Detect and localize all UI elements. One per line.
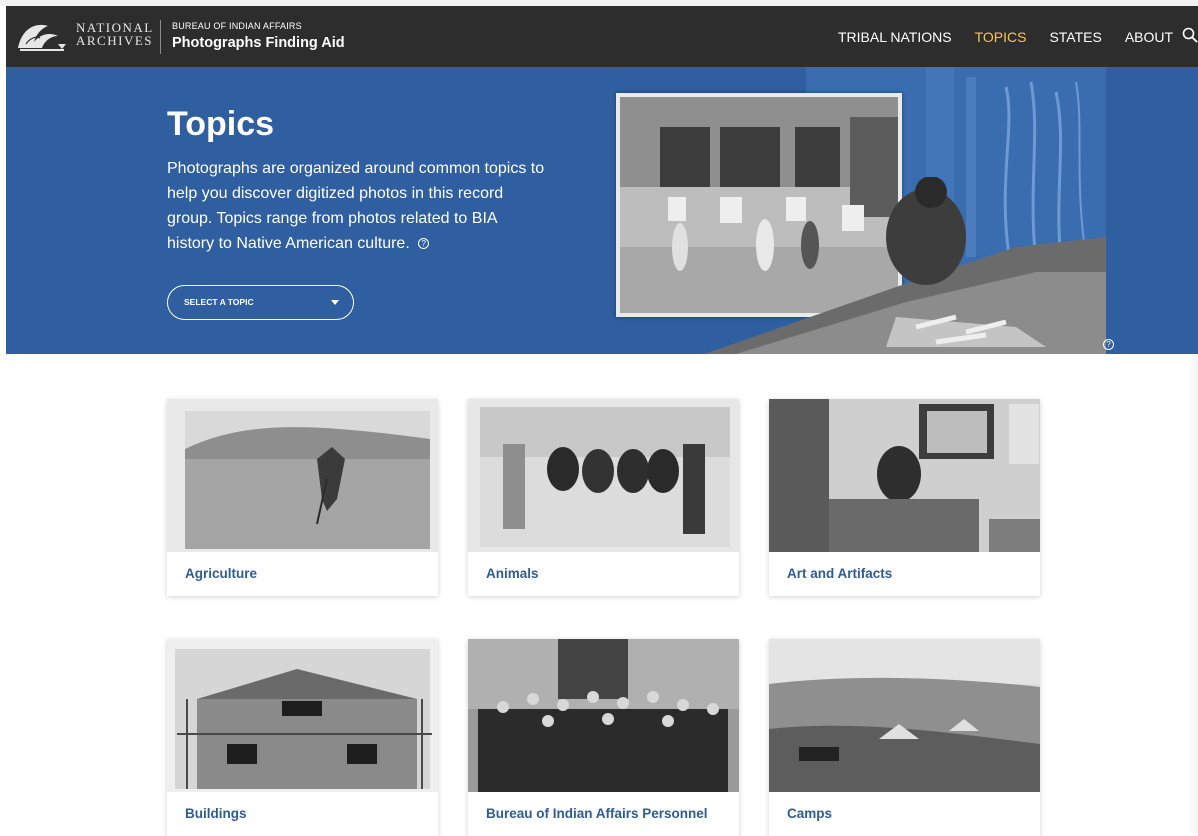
search-icon[interactable] [1182, 27, 1198, 43]
topic-card-title[interactable]: Buildings [167, 792, 438, 836]
site-subtitle: BUREAU OF INDIAN AFFAIRS [172, 21, 302, 31]
main-nav: TRIBAL NATIONS TOPICS STATES ABOUT [838, 29, 1196, 45]
topic-image [769, 399, 1040, 552]
hero-photo-fish [704, 177, 1106, 354]
topic-card-title[interactable]: Bureau of Indian Affairs Personnel [468, 792, 739, 836]
hero-banner: Topics Photographs are organized around … [6, 67, 1198, 354]
scrollbar-track[interactable] [1188, 354, 1198, 833]
topic-card-title[interactable]: Art and Artifacts [769, 552, 1040, 596]
topic-image [769, 639, 1040, 792]
topic-image [167, 399, 438, 552]
select-topic-label: SELECT A TOPIC [184, 297, 254, 307]
site-title[interactable]: Photographs Finding Aid [172, 35, 345, 51]
topic-card-agriculture[interactable]: Agriculture [167, 399, 438, 596]
topic-card-title[interactable]: Camps [769, 792, 1040, 836]
topic-image [468, 639, 739, 792]
topic-card-buildings[interactable]: Buildings [167, 639, 438, 836]
hero-description-text: Photographs are organized around common … [167, 160, 545, 252]
nav-topics[interactable]: TOPICS [975, 29, 1027, 45]
wordmark-line2: ARCHIVES [76, 33, 154, 48]
site-header: NATIONAL ARCHIVES BUREAU OF INDIAN AFFAI… [6, 6, 1198, 67]
help-circle-icon[interactable]: ? [418, 238, 430, 250]
help-circle-icon[interactable]: ? [1103, 339, 1114, 350]
topic-image [167, 639, 438, 792]
page-title: Topics [167, 105, 275, 143]
national-archives-wordmark: NATIONAL ARCHIVES [76, 21, 154, 47]
topic-card-animals[interactable]: Animals [468, 399, 739, 596]
topic-card-art-and-artifacts[interactable]: Art and Artifacts [769, 399, 1040, 596]
topic-card-title[interactable]: Agriculture [167, 552, 438, 596]
national-archives-logo-icon[interactable] [14, 18, 70, 54]
nav-tribal-nations[interactable]: TRIBAL NATIONS [838, 29, 952, 45]
nav-about[interactable]: ABOUT [1125, 29, 1173, 45]
header-divider [160, 20, 161, 54]
hero-description: Photographs are organized around common … [167, 156, 547, 256]
select-topic-dropdown[interactable]: SELECT A TOPIC [167, 285, 354, 320]
topic-card-title[interactable]: Animals [468, 552, 739, 596]
topic-card-bia-personnel[interactable]: Bureau of Indian Affairs Personnel [468, 639, 739, 836]
nav-states[interactable]: STATES [1049, 29, 1101, 45]
chevron-down-icon [331, 300, 339, 305]
topic-image [468, 399, 739, 552]
topic-card-camps[interactable]: Camps [769, 639, 1040, 836]
